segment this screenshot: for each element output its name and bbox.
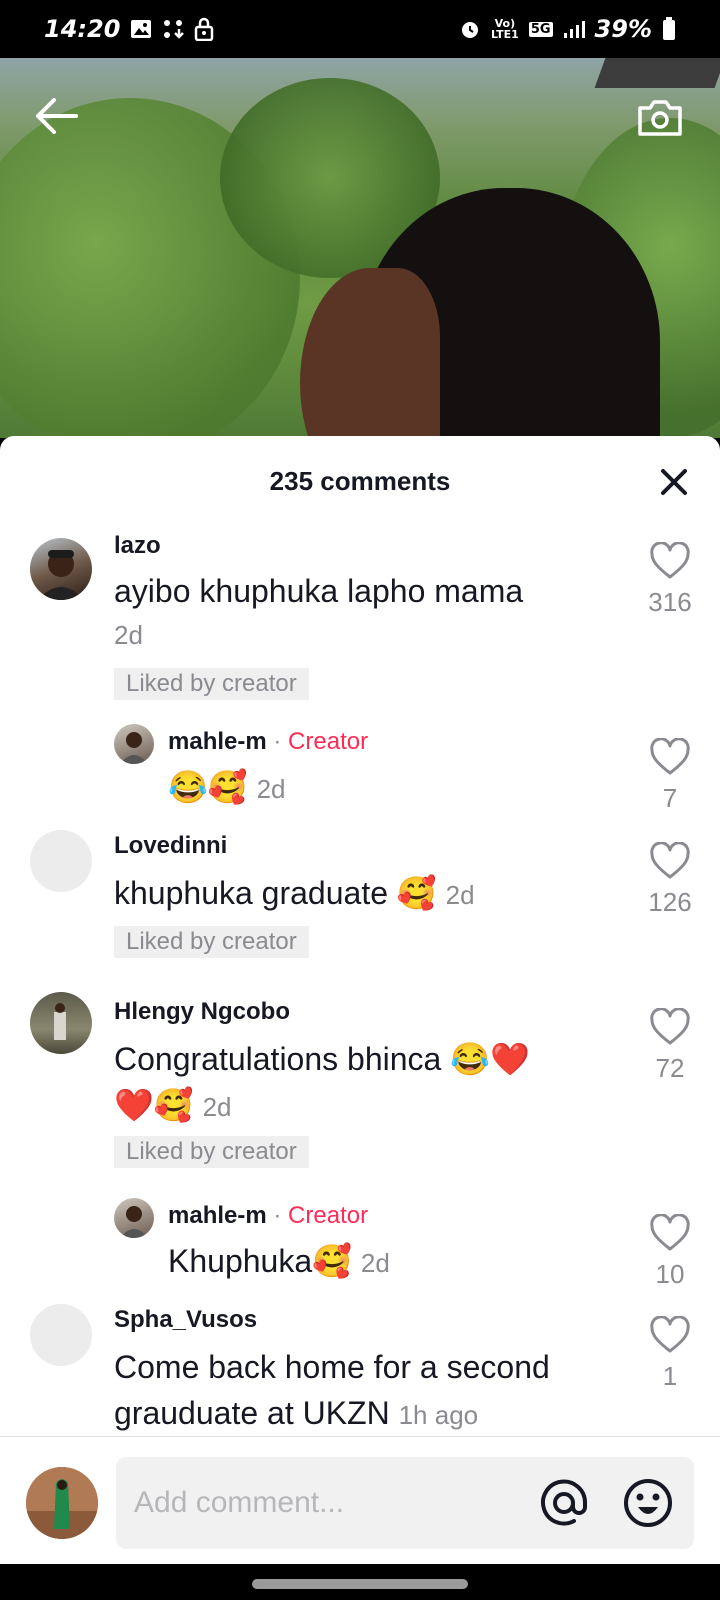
like-button[interactable]: 316 (628, 541, 712, 618)
avatar[interactable] (30, 830, 92, 892)
arrow-left-icon (36, 98, 78, 134)
comment-text-line2: ❤️🥰 2d (114, 1082, 232, 1130)
comment-username[interactable]: Spha_Vusos (114, 1306, 257, 1334)
like-count: 1 (662, 1361, 678, 1391)
like-button[interactable]: 1 (628, 1315, 712, 1392)
comment-username[interactable]: Hlengy Ngcobo (114, 998, 290, 1026)
like-count: 10 (655, 1259, 685, 1289)
like-button[interactable]: 72 (628, 1007, 712, 1084)
reply-username: mahle-m · Creator (168, 1202, 368, 1230)
at-sign-icon (541, 1479, 588, 1526)
heart-icon (650, 841, 690, 879)
comments-count-title: 235 comments (269, 465, 451, 496)
avatar[interactable] (30, 538, 92, 600)
comment-username[interactable]: Lovedinni (114, 832, 227, 860)
volte-icon: Vo) LTE1 (490, 17, 519, 41)
reply-time: 2d (256, 774, 286, 804)
comment-time: 1h ago (398, 1400, 479, 1430)
avatar[interactable] (114, 724, 154, 764)
emoji-button[interactable] (620, 1475, 676, 1531)
comment-emoji-text: ❤️🥰 (114, 1087, 194, 1123)
download-icon (162, 18, 185, 40)
reply-time: 2d (360, 1248, 390, 1278)
like-button[interactable]: 10 (628, 1213, 712, 1290)
reply-emoji-text: 😂🥰 (168, 769, 248, 805)
comment-text: ayibo khuphuka lapho mama (114, 573, 524, 609)
back-button[interactable] (30, 90, 82, 142)
like-count: 126 (648, 887, 692, 917)
lock-icon (194, 17, 214, 41)
comment-time: 2d (445, 880, 475, 910)
comment-list[interactable]: lazo ayibo khuphuka lapho mama 2d Liked … (0, 526, 720, 1436)
status-bar: 14:20 Vo) LTE1 5G 39% (0, 0, 720, 58)
comment-text-line1: Come back home for a second (114, 1349, 550, 1385)
reply-body: Khuphuka🥰 (168, 1243, 352, 1279)
sheet-header: 235 comments (0, 436, 720, 526)
creator-tag: Creator (288, 728, 369, 755)
comment-text: khuphuka graduate 🥰 2d (114, 870, 475, 918)
comments-sheet: 235 comments lazo ayibo khuphuka lapho m… (0, 436, 720, 1436)
like-count: 7 (662, 783, 678, 813)
close-icon (661, 469, 687, 495)
heart-icon (650, 1213, 690, 1251)
alarm-icon (459, 18, 481, 40)
emoji-smiley-icon (624, 1479, 672, 1527)
battery-icon (662, 17, 676, 41)
comment-text-line2: grauduate at UKZN 1h ago (114, 1390, 478, 1436)
liked-by-creator-badge: Liked by creator (114, 1136, 309, 1168)
like-count: 316 (648, 587, 692, 617)
heart-icon (650, 541, 690, 579)
video-background (0, 58, 720, 438)
reply-author[interactable]: mahle-m (168, 728, 267, 755)
network-type-icon: 5G (528, 21, 553, 37)
like-button[interactable]: 7 (628, 737, 712, 814)
my-avatar[interactable] (26, 1467, 98, 1539)
creator-tag: Creator (288, 1202, 369, 1229)
reply-author[interactable]: mahle-m (168, 1202, 267, 1229)
home-indicator[interactable] (252, 1579, 468, 1589)
reply-username: mahle-m · Creator (168, 728, 368, 756)
gallery-icon (130, 18, 152, 40)
heart-icon (650, 737, 690, 775)
comment-body-line2: grauduate at UKZN (114, 1395, 390, 1431)
avatar[interactable] (30, 992, 92, 1054)
comment-username[interactable]: lazo (114, 532, 161, 560)
reply-text: 😂🥰 2d (168, 764, 286, 812)
comment-time: 2d (202, 1092, 232, 1122)
comment-input-box[interactable] (116, 1457, 694, 1549)
heart-icon (650, 1315, 690, 1353)
avatar[interactable] (30, 1304, 92, 1366)
separator-dot: · (273, 728, 282, 755)
close-button[interactable] (654, 462, 694, 502)
camera-button[interactable] (634, 92, 686, 144)
comment-body: khuphuka graduate 🥰 (114, 875, 437, 911)
mention-button[interactable] (536, 1475, 592, 1531)
camera-icon (638, 100, 682, 136)
add-comment-input[interactable] (134, 1457, 514, 1549)
signal-icon (563, 19, 585, 39)
avatar[interactable] (114, 1198, 154, 1238)
liked-by-creator-badge: Liked by creator (114, 926, 309, 958)
status-time: 14:20 (44, 15, 121, 43)
battery-percent: 39% (594, 15, 652, 43)
separator-dot: · (273, 1202, 282, 1229)
comment-time: 2d (114, 620, 143, 650)
like-button[interactable]: 126 (628, 841, 712, 918)
reply-text: Khuphuka🥰 2d (168, 1238, 390, 1286)
like-count: 72 (655, 1053, 685, 1083)
heart-icon (650, 1007, 690, 1045)
liked-by-creator-badge: Liked by creator (114, 668, 309, 700)
comment-input-bar (0, 1436, 720, 1564)
comment-text-line1: Congratulations bhinca 😂❤️ (114, 1041, 530, 1077)
